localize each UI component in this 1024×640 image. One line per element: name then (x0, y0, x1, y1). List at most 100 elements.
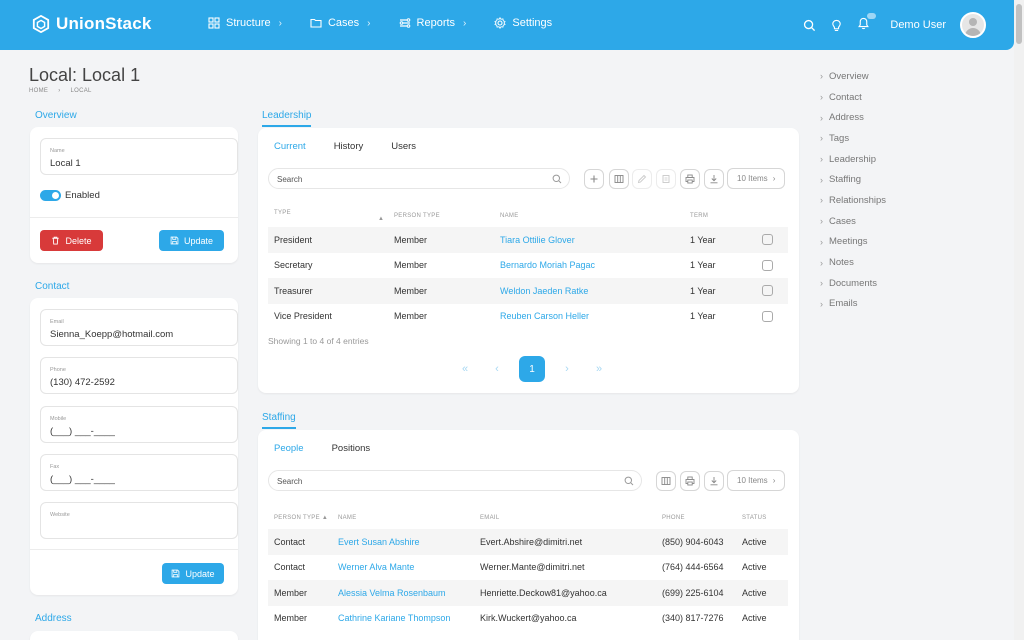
row-checkbox[interactable] (762, 285, 773, 297)
section-nav-leadership[interactable]: › Leadership (820, 149, 886, 170)
row-checkbox[interactable] (762, 259, 773, 271)
tab-users[interactable]: Users (391, 141, 416, 152)
breadcrumb-home[interactable]: HOME (29, 88, 48, 94)
section-nav-notes[interactable]: › Notes (820, 252, 886, 273)
last-page-icon[interactable]: » (583, 363, 615, 375)
cell-name-link[interactable]: Reuben Carson Heller (494, 304, 684, 330)
print-button[interactable] (680, 471, 700, 491)
table-row[interactable]: Member Alessia Velma Rosenbaum Henriette… (268, 580, 788, 606)
search-placeholder: Search (277, 477, 303, 486)
nav-cases[interactable]: Cases › (310, 17, 371, 29)
tab-current[interactable]: Current (274, 141, 306, 152)
section-nav-documents[interactable]: › Documents (820, 273, 886, 294)
cell-name-link[interactable]: Evert Susan Abshire (332, 529, 474, 555)
table-row[interactable]: President Member Tiara Ottilie Glover 1 … (268, 227, 788, 253)
tab-people[interactable]: People (274, 443, 304, 454)
notifications-button[interactable] (857, 13, 877, 33)
delete-button[interactable]: Delete (40, 230, 103, 251)
first-page-icon[interactable]: « (449, 363, 481, 375)
edit-button[interactable] (632, 169, 652, 189)
section-nav-staffing[interactable]: › Staffing (820, 169, 886, 190)
name-field[interactable]: Name Local 1 (40, 138, 238, 175)
lightbulb-icon[interactable] (830, 19, 843, 32)
next-page-icon[interactable]: › (551, 363, 583, 375)
email-field[interactable]: Email Sienna_Koepp@hotmail.com (40, 309, 238, 346)
scrollbar-thumb[interactable] (1016, 4, 1022, 44)
cell-email: Henriette.Deckow81@yahoo.ca (474, 580, 656, 606)
columns-button[interactable] (656, 471, 676, 491)
staffing-search-input[interactable]: Search (268, 470, 642, 491)
section-nav-meetings[interactable]: › Meetings (820, 232, 886, 253)
column-header-person-type[interactable]: PERSON TYPE ▲ (268, 507, 332, 529)
nav-reports[interactable]: Reports › (399, 17, 466, 29)
mobile-field[interactable]: Mobile (___) ___-____ (40, 406, 238, 443)
tab-positions[interactable]: Positions (332, 443, 371, 454)
page-size-select[interactable]: 10 Items › (727, 168, 786, 189)
page-size-select[interactable]: 10 Items › (727, 470, 786, 491)
cell-term: 1 Year (690, 311, 716, 322)
section-nav-cases[interactable]: › Cases (820, 211, 886, 232)
row-checkbox[interactable] (762, 234, 773, 246)
section-nav-overview[interactable]: › Overview (820, 66, 886, 87)
row-checkbox[interactable] (762, 310, 773, 322)
download-button[interactable] (704, 169, 724, 189)
section-nav-label: Meetings (829, 236, 868, 248)
print-button[interactable] (680, 169, 700, 189)
website-field[interactable]: Website (40, 502, 238, 539)
page-scrollbar[interactable] (1014, 0, 1024, 640)
cell-status: Active (736, 529, 788, 555)
section-nav-address[interactable]: › Address (820, 107, 886, 128)
column-header-name[interactable]: NAME (332, 507, 474, 529)
table-row[interactable]: Member Cathrine Kariane Thompson Kirk.Wu… (268, 606, 788, 632)
cell-email: Evert.Abshire@dimitri.net (474, 529, 656, 555)
chevron-right-icon: › (820, 236, 823, 247)
column-header-type[interactable]: TYPE ▲ (268, 205, 388, 227)
leadership-search-input[interactable]: Search (268, 168, 570, 189)
cell-name-link[interactable]: Alessia Velma Rosenbaum (332, 580, 474, 606)
cell-name-link[interactable]: Werner Alva Mante (332, 555, 474, 581)
section-nav-contact[interactable]: › Contact (820, 87, 886, 108)
brand-logo[interactable]: UnionStack (32, 14, 152, 34)
overview-update-button[interactable]: Update (159, 230, 224, 251)
chevron-right-icon: › (820, 195, 823, 206)
cell-type: Treasurer (268, 278, 388, 304)
enabled-toggle[interactable] (40, 190, 61, 201)
add-button[interactable] (584, 169, 604, 189)
table-row[interactable]: Contact Evert Susan Abshire Evert.Abshir… (268, 529, 788, 555)
section-nav-emails[interactable]: › Emails (820, 294, 886, 315)
search-icon[interactable] (803, 19, 816, 32)
tab-history[interactable]: History (334, 141, 364, 152)
column-header-name[interactable]: NAME (494, 205, 684, 227)
section-nav-tags[interactable]: › Tags (820, 128, 886, 149)
avatar[interactable] (960, 12, 986, 38)
fax-field[interactable]: Fax (___) ___-____ (40, 454, 238, 491)
table-row[interactable]: Contact Werner Alva Mante Werner.Mante@d… (268, 555, 788, 581)
cell-person-type: Contact (268, 529, 332, 555)
cell-person-type: Contact (274, 562, 306, 573)
column-header-term[interactable]: TERM (684, 205, 756, 227)
column-header-person-type[interactable]: PERSON TYPE (388, 205, 494, 227)
nav-structure[interactable]: Structure › (208, 17, 282, 29)
cell-name-link[interactable]: Tiara Ottilie Glover (494, 227, 684, 253)
section-nav-relationships[interactable]: › Relationships (820, 190, 886, 211)
column-header-status[interactable]: STATUS (736, 507, 788, 529)
nav-label: Reports (416, 17, 456, 29)
cell-name-link[interactable]: Cathrine Kariane Thompson (332, 606, 474, 632)
cell-name-link[interactable]: Bernardo Moriah Pagac (494, 253, 684, 279)
columns-button[interactable] (609, 169, 629, 189)
contact-update-button[interactable]: Update (162, 563, 224, 584)
nav-settings[interactable]: Settings (494, 17, 552, 29)
user-name[interactable]: Demo User (890, 19, 946, 31)
download-button[interactable] (704, 471, 724, 491)
phone-field[interactable]: Phone (130) 472-2592 (40, 357, 238, 394)
column-header-email[interactable]: EMAIL (474, 507, 656, 529)
page-number-current[interactable]: 1 (519, 356, 545, 382)
table-row[interactable]: Treasurer Member Weldon Jaeden Ratke 1 Y… (268, 278, 788, 304)
copy-button[interactable] (656, 169, 676, 189)
grid-icon (208, 17, 220, 29)
cell-name-link[interactable]: Weldon Jaeden Ratke (494, 278, 684, 304)
prev-page-icon[interactable]: ‹ (481, 363, 513, 375)
table-row[interactable]: Vice President Member Reuben Carson Hell… (268, 304, 788, 330)
column-header-phone[interactable]: PHONE (656, 507, 736, 529)
table-row[interactable]: Secretary Member Bernardo Moriah Pagac 1… (268, 253, 788, 279)
